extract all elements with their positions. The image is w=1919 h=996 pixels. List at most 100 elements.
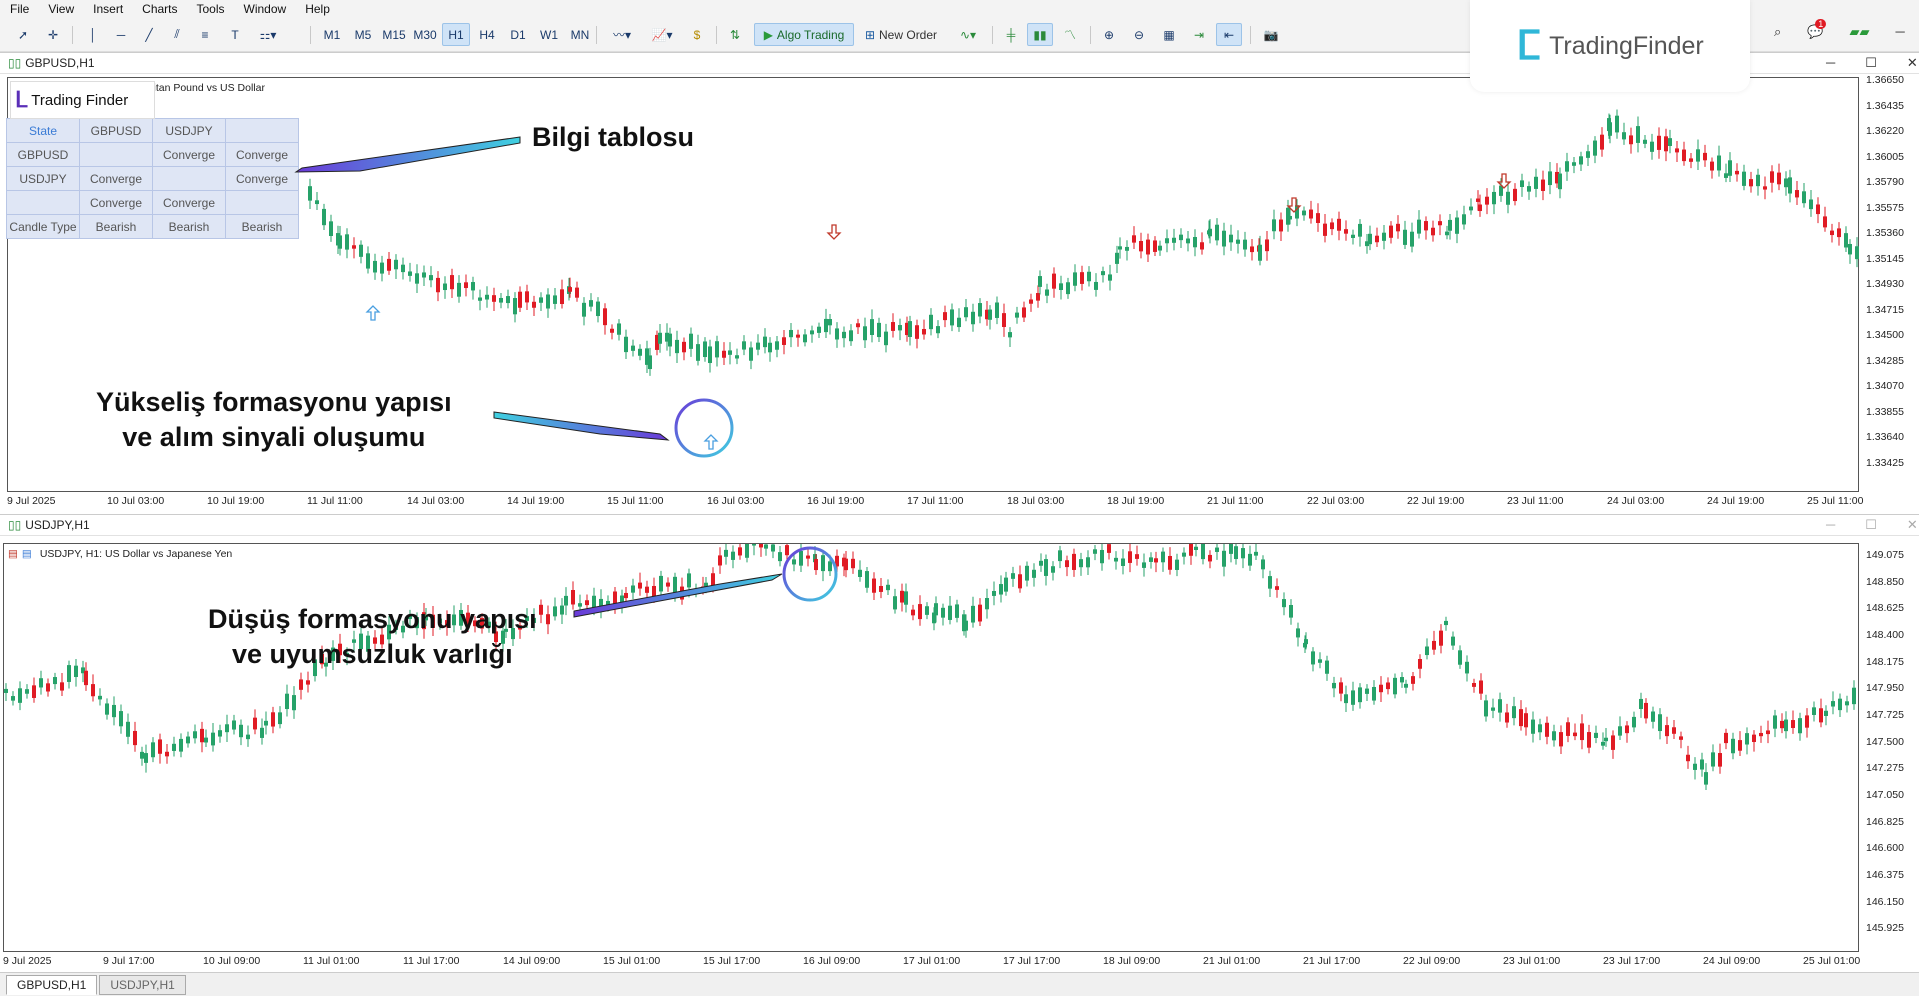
menu-charts[interactable]: Charts	[142, 2, 177, 16]
menu-view[interactable]: View	[48, 2, 74, 16]
candle	[1039, 560, 1043, 566]
candle	[1135, 554, 1139, 559]
fibonacci-icon[interactable]: ≡	[192, 23, 218, 46]
search-icon[interactable]: ⌕	[1774, 24, 1781, 40]
candle	[1823, 216, 1827, 228]
price-label: 147.500	[1866, 735, 1904, 748]
horizontal-line-icon[interactable]: ─	[108, 23, 134, 46]
chart-tab[interactable]: USDJPY,H1	[99, 974, 186, 995]
price-label: 1.33640	[1866, 431, 1904, 443]
minimize-icon[interactable]: ─	[1826, 55, 1835, 71]
candle	[1682, 149, 1686, 162]
bar-chart-icon[interactable]: ╪	[998, 23, 1024, 46]
candle	[1243, 239, 1247, 250]
candle	[1527, 186, 1531, 192]
candle	[553, 606, 557, 617]
cursor-icon[interactable]: ➚	[10, 23, 36, 46]
candle	[1358, 223, 1362, 237]
line-chart-icon[interactable]: 〽	[1057, 23, 1083, 46]
menu-file[interactable]: File	[10, 2, 29, 16]
candle	[126, 721, 130, 737]
timeframe-h4[interactable]: H4	[473, 23, 501, 46]
candle	[1332, 682, 1336, 689]
candle	[345, 234, 349, 250]
candle	[225, 724, 229, 733]
maximize-icon[interactable]: ☐	[1865, 517, 1877, 533]
candle	[764, 544, 768, 549]
menu-insert[interactable]: Insert	[93, 2, 123, 16]
timeframe-m1[interactable]: M1	[318, 23, 346, 46]
timeframe-m5[interactable]: M5	[349, 23, 377, 46]
zoom-out-icon[interactable]: ⊖	[1126, 23, 1152, 46]
menu-help[interactable]: Help	[305, 2, 330, 16]
candle	[1689, 158, 1693, 162]
price-label: 1.36435	[1866, 99, 1904, 112]
trendline-icon[interactable]: ╱	[136, 23, 162, 46]
timeframe-m15[interactable]: M15	[380, 23, 408, 46]
candle	[1004, 577, 1008, 592]
minimize-icon[interactable]: ─	[1826, 517, 1835, 533]
candlestick-icon[interactable]: ▮▮	[1027, 23, 1053, 46]
algo-trading-button[interactable]: ▶ Algo Trading	[754, 23, 854, 46]
candle	[539, 604, 543, 615]
notification-icon[interactable]: 💬 1	[1807, 19, 1827, 40]
candle	[560, 605, 564, 615]
market-watch-icon[interactable]: ∿▾	[950, 23, 986, 46]
info-table-row: GBPUSD Converge Converge	[6, 142, 299, 167]
candle	[789, 329, 793, 338]
minimize-icon[interactable]: ─	[1895, 24, 1904, 40]
zoom-in-icon[interactable]: ⊕	[1096, 23, 1122, 46]
candle	[1400, 677, 1404, 683]
timeframe-w1[interactable]: W1	[535, 23, 563, 46]
signals-icon[interactable]: ⇅	[722, 23, 748, 46]
grid-icon[interactable]: ▦	[1156, 23, 1182, 46]
candle	[929, 314, 933, 330]
candle	[652, 585, 656, 599]
time-label: 21 Jul 11:00	[1207, 495, 1264, 507]
candle	[731, 551, 735, 560]
candle	[571, 589, 575, 605]
maximize-icon[interactable]: ☐	[1865, 55, 1877, 71]
candle	[624, 336, 628, 353]
channel-icon[interactable]: ⫽	[164, 23, 190, 46]
chart-shift-icon[interactable]: ⇤	[1216, 23, 1242, 46]
chart-type-icon[interactable]: 〰▾	[604, 23, 640, 46]
shapes-icon[interactable]: ⚏▾	[250, 23, 286, 46]
price-label: 148.175	[1866, 655, 1904, 668]
autoscroll-icon[interactable]: ⇥	[1186, 23, 1212, 46]
candle	[870, 319, 874, 335]
time-label: 15 Jul 01:00	[603, 955, 661, 967]
text-tool-icon[interactable]: T	[222, 23, 248, 46]
close-icon[interactable]: ✕	[1907, 55, 1918, 71]
candle	[1368, 233, 1372, 245]
timeframe-d1[interactable]: D1	[504, 23, 532, 46]
crosshair-icon[interactable]: ✛	[40, 23, 66, 46]
price-label: 1.35575	[1866, 201, 1904, 214]
candle	[1534, 176, 1538, 189]
candle	[415, 273, 419, 284]
info-table-cell	[225, 190, 299, 215]
dollar-icon[interactable]: $	[686, 23, 708, 46]
candle	[715, 341, 719, 358]
menu-tools[interactable]: Tools	[197, 2, 225, 16]
time-label: 22 Jul 19:00	[1407, 495, 1465, 507]
chart-tab[interactable]: GBPUSD,H1	[6, 974, 98, 995]
new-order-button[interactable]: ⊞ New Order	[858, 23, 944, 46]
timeframe-m30[interactable]: M30	[411, 23, 439, 46]
candle	[1431, 227, 1435, 236]
candle	[1643, 139, 1647, 144]
candle	[999, 584, 1003, 595]
screenshot-icon[interactable]: 📷	[1258, 23, 1284, 46]
close-icon[interactable]: ✕	[1907, 517, 1918, 533]
timeframe-mn[interactable]: MN	[566, 23, 594, 46]
indicators-icon[interactable]: 📈▾	[644, 23, 680, 46]
candle	[144, 753, 148, 763]
candle	[1724, 732, 1728, 744]
vertical-line-icon[interactable]: │	[80, 23, 106, 46]
candle	[915, 325, 919, 339]
timeframe-h1[interactable]: H1	[442, 23, 470, 46]
menu-window[interactable]: Window	[244, 2, 287, 16]
info-table-cell: Converge	[225, 142, 299, 167]
wifi-icon[interactable]: ▰▰	[1849, 24, 1869, 40]
candle	[936, 326, 940, 334]
